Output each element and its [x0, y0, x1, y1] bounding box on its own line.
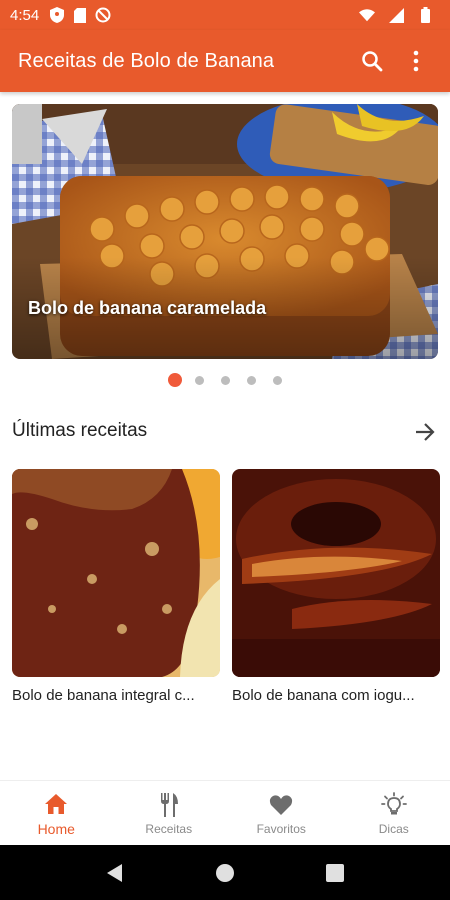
arrow-right-icon	[416, 423, 435, 441]
nav-label: Favoritos	[256, 821, 306, 836]
app-title: Receitas de Bolo de Banana	[18, 49, 275, 72]
carousel-dot[interactable]	[221, 375, 230, 385]
status-time: 4:54	[10, 6, 40, 24]
carousel-dot[interactable]	[195, 375, 204, 385]
fork-knife-icon	[156, 792, 182, 818]
search-icon	[362, 51, 383, 72]
see-all-button[interactable]	[412, 419, 438, 445]
battery-icon	[417, 7, 433, 23]
home-icon	[43, 791, 69, 817]
nav-label: Dicas	[378, 821, 409, 836]
more-options-button[interactable]	[400, 45, 432, 77]
section-title: Últimas receitas	[12, 420, 148, 441]
sd-card-icon	[72, 7, 88, 23]
nav-label: Receitas	[145, 821, 193, 836]
carousel-dot[interactable]	[273, 375, 282, 385]
recipe-card[interactable]: Bolo de banana com iogu...	[232, 469, 440, 704]
recipe-title: Bolo de banana com iogu...	[232, 687, 415, 704]
home-circle-icon[interactable]	[214, 862, 236, 884]
recents-icon[interactable]	[324, 862, 346, 884]
nav-favorites[interactable]: Favoritos	[225, 781, 338, 846]
recipe-image	[232, 469, 440, 677]
signal-icon	[388, 7, 404, 23]
recipe-title: Bolo de banana integral c...	[12, 687, 195, 704]
shield-icon	[49, 7, 65, 23]
nav-recipes[interactable]: Receitas	[113, 781, 226, 846]
search-button[interactable]	[356, 45, 388, 77]
carousel-caption: Bolo de banana caramelada	[28, 298, 267, 318]
carousel-dot[interactable]	[168, 373, 182, 387]
cake-photo	[12, 104, 438, 359]
app-bar: Receitas de Bolo de Banana	[0, 30, 450, 92]
nav-tips[interactable]: Dicas	[338, 781, 450, 846]
back-icon[interactable]	[104, 862, 126, 884]
status-bar: 4:54	[0, 0, 450, 30]
more-vert-icon	[413, 50, 419, 72]
nav-label: Home	[37, 820, 75, 837]
recipe-image	[12, 469, 220, 677]
wifi-icon	[359, 7, 375, 23]
carousel-indicator	[0, 373, 450, 387]
blocked-icon	[95, 7, 111, 23]
carousel-dot[interactable]	[247, 375, 256, 385]
recipe-card[interactable]: Bolo de banana integral c...	[12, 469, 220, 704]
heart-icon	[268, 792, 294, 818]
nav-home[interactable]: Home	[0, 781, 113, 846]
bottom-navigation: Home Receitas Favoritos Dicas	[0, 780, 450, 846]
system-navigation-bar	[0, 845, 450, 900]
featured-carousel-slide[interactable]: Bolo de banana caramelada	[12, 104, 438, 359]
lightbulb-icon	[380, 791, 407, 818]
